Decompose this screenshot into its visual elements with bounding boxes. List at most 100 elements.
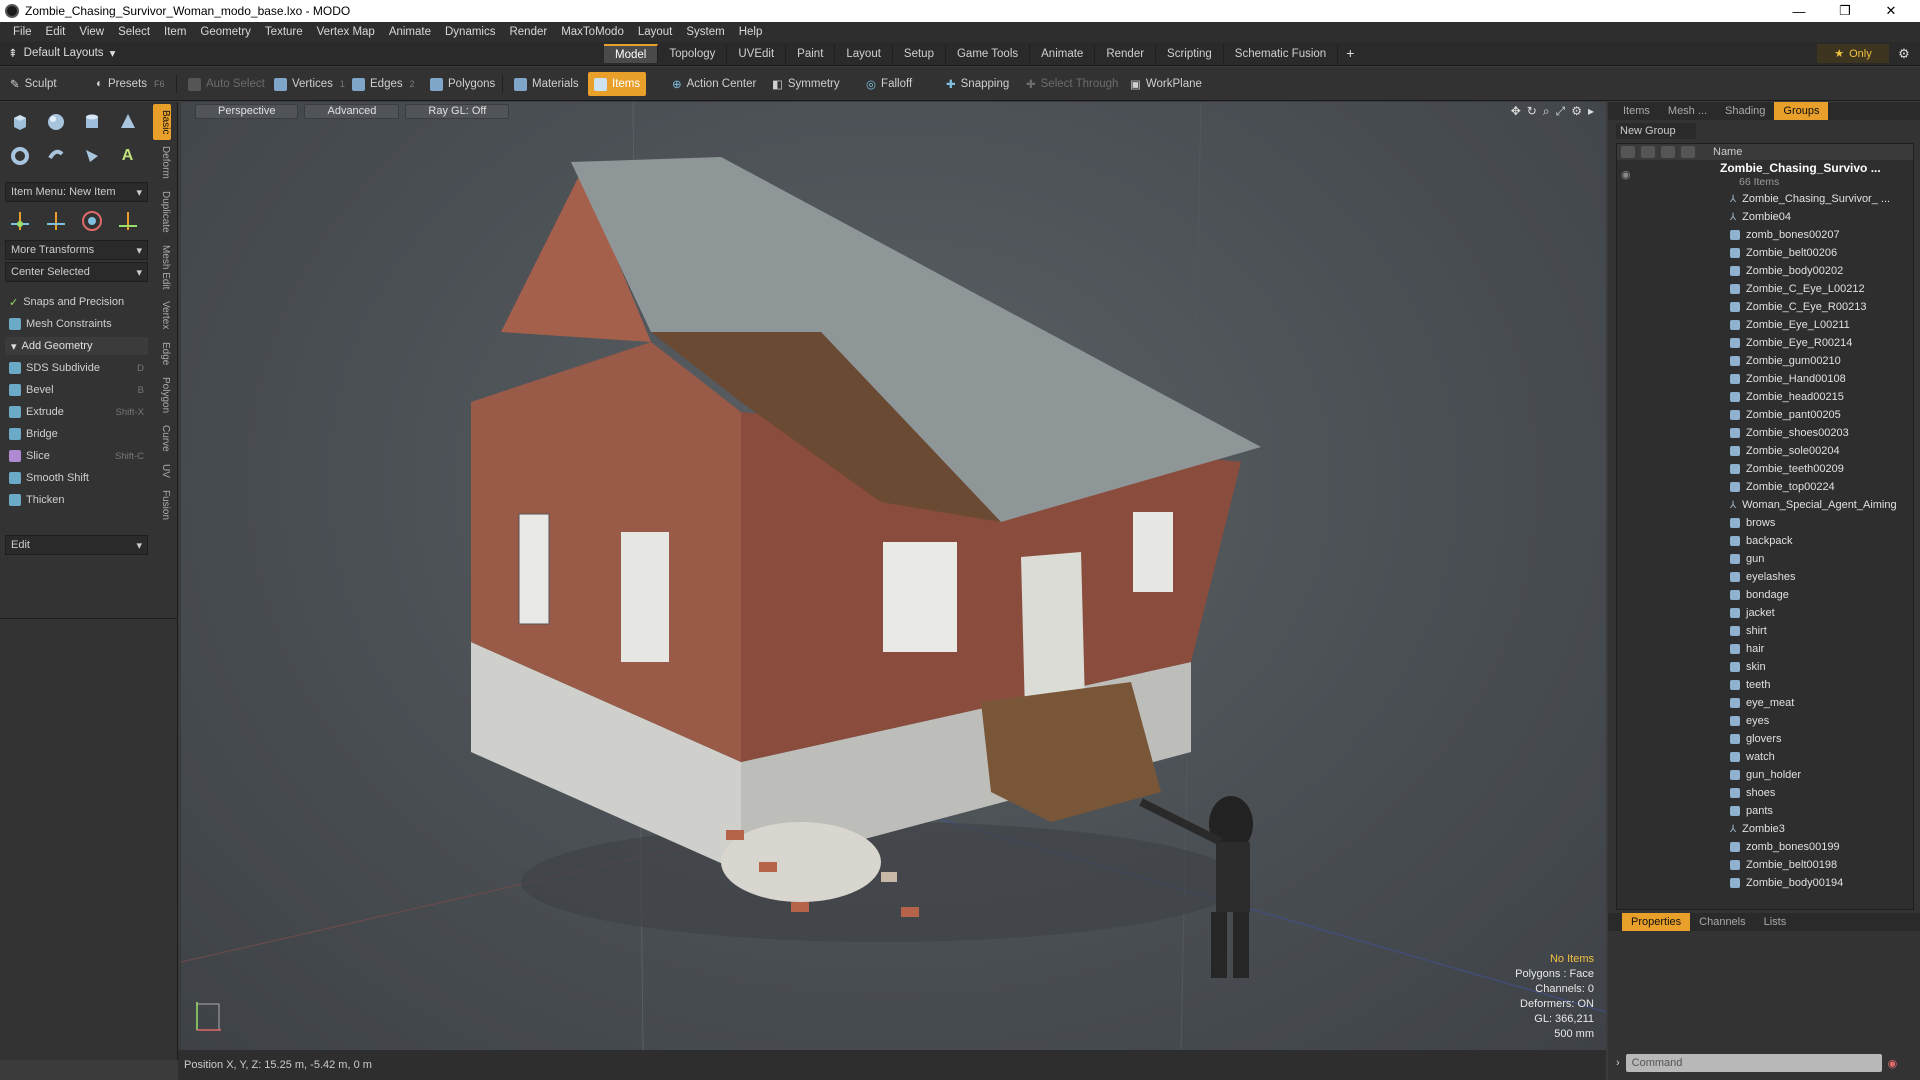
action-center-button[interactable]: ⊕ Action Center <box>666 72 762 96</box>
cylinder-icon[interactable] <box>77 108 106 136</box>
move-icon[interactable] <box>5 207 34 235</box>
tree-item-row[interactable]: Zombie_C_Eye_L00212 <box>1617 280 1913 298</box>
tree-item-row[interactable]: Zombie_body00194 <box>1617 874 1913 892</box>
tree-item-row[interactable]: jacket <box>1617 604 1913 622</box>
vtab-uv[interactable]: UV <box>153 458 171 484</box>
menu-edit[interactable]: Edit <box>39 26 73 38</box>
maximize-button[interactable]: ❐ <box>1822 0 1868 22</box>
tree-item-row[interactable]: shoes <box>1617 784 1913 802</box>
tree-item-row[interactable]: Zombie_C_Eye_R00213 <box>1617 298 1913 316</box>
tab-topology[interactable]: Topology <box>658 44 728 63</box>
vtab-fusion[interactable]: Fusion <box>153 484 171 526</box>
cube-icon[interactable] <box>5 108 34 136</box>
tab-uvedit[interactable]: UVEdit <box>727 44 787 63</box>
tree-item-row[interactable]: ⅄ Zombie04 <box>1617 208 1913 226</box>
polygons-button[interactable]: Polygons <box>424 72 501 96</box>
menu-texture[interactable]: Texture <box>258 26 310 38</box>
render-icon[interactable] <box>1641 146 1655 158</box>
tab-game-tools[interactable]: Game Tools <box>946 44 1031 63</box>
tree-item-row[interactable]: brows <box>1617 514 1913 532</box>
bridge-button[interactable]: Bridge <box>5 424 148 444</box>
lock-icon[interactable] <box>1661 146 1675 158</box>
tab-lists[interactable]: Lists <box>1755 913 1796 931</box>
tab-animate[interactable]: Animate <box>1030 44 1096 63</box>
menu-dynamics[interactable]: Dynamics <box>438 26 502 38</box>
tab-channels[interactable]: Channels <box>1690 913 1754 931</box>
mesh-constraints-button[interactable]: Mesh Constraints <box>5 314 148 334</box>
menu-render[interactable]: Render <box>502 26 554 38</box>
sculpt-button[interactable]: ✎ Sculpt <box>4 72 63 96</box>
tab-render[interactable]: Render <box>1095 44 1157 63</box>
menu-animate[interactable]: Animate <box>382 26 438 38</box>
vtab-basic[interactable]: Basic <box>153 104 171 141</box>
tree-item-row[interactable]: eyes <box>1617 712 1913 730</box>
tab-groups[interactable]: Groups <box>1774 102 1829 120</box>
items-button[interactable]: Items <box>588 72 647 96</box>
workplane-button[interactable]: ▣ WorkPlane <box>1124 72 1208 96</box>
cone-icon[interactable] <box>113 108 142 136</box>
tree-item-row[interactable]: ⅄ Woman_Special_Agent_Aiming <box>1617 496 1913 514</box>
3d-viewport[interactable]: Perspective Advanced Ray GL: Off ✥ ↻ ⌕ ⤢… <box>181 102 1606 1050</box>
tab-setup[interactable]: Setup <box>893 44 946 63</box>
tree-item-row[interactable]: Zombie_pant00205 <box>1617 406 1913 424</box>
gear-icon[interactable]: ⚙ <box>1893 44 1915 63</box>
torus-icon[interactable] <box>5 142 34 170</box>
symmetry-button[interactable]: ◧ Symmetry <box>766 72 846 96</box>
sphere-icon[interactable] <box>41 108 70 136</box>
edges-button[interactable]: Edges 2 <box>346 72 421 96</box>
tree-item-row[interactable]: ⅄ Zombie_Chasing_Survivor_ ... <box>1617 190 1913 208</box>
name-column-header[interactable]: Name <box>1713 146 1742 158</box>
more-transforms-dropdown[interactable]: More Transforms ▾ <box>5 240 148 260</box>
tree-item-row[interactable]: hair <box>1617 640 1913 658</box>
vtab-edge[interactable]: Edge <box>153 336 171 371</box>
tree-item-row[interactable]: Zombie_belt00206 <box>1617 244 1913 262</box>
tree-item-row[interactable]: Zombie_Eye_L00211 <box>1617 316 1913 334</box>
tree-item-row[interactable]: Zombie_shoes00203 <box>1617 424 1913 442</box>
text-icon[interactable]: A <box>113 142 142 170</box>
vtab-mesh-edit[interactable]: Mesh Edit <box>153 239 171 295</box>
vtab-vertex[interactable]: Vertex <box>153 295 171 335</box>
tree-item-row[interactable]: teeth <box>1617 676 1913 694</box>
tab-shading[interactable]: Shading <box>1716 102 1774 120</box>
tab-items[interactable]: Items <box>1614 102 1659 120</box>
auto-select-button[interactable]: Auto Select <box>182 72 271 96</box>
tree-item-row[interactable]: Zombie_sole00204 <box>1617 442 1913 460</box>
menu-view[interactable]: View <box>72 26 111 38</box>
vtab-curve[interactable]: Curve <box>153 419 171 458</box>
tab-mesh[interactable]: Mesh ... <box>1659 102 1716 120</box>
tree-item-row[interactable]: skin <box>1617 658 1913 676</box>
vtab-deform[interactable]: Deform <box>153 140 171 185</box>
root-group-row[interactable]: ◉ Zombie_Chasing_Survivo ... 66 Items <box>1617 160 1913 190</box>
tree-item-row[interactable]: Zombie_body00202 <box>1617 262 1913 280</box>
new-group-button[interactable]: New Group <box>1616 123 1696 139</box>
eye-icon[interactable] <box>1621 146 1635 158</box>
rotate-icon[interactable] <box>41 207 70 235</box>
tree-item-row[interactable]: watch <box>1617 748 1913 766</box>
menu-geometry[interactable]: Geometry <box>193 26 258 38</box>
only-toggle[interactable]: ★ Only <box>1817 44 1889 63</box>
tree-item-row[interactable]: gun <box>1617 550 1913 568</box>
command-input[interactable]: Command <box>1625 1054 1882 1072</box>
snapping-button[interactable]: ✚ Snapping <box>940 72 1015 96</box>
tree-item-row[interactable]: pants <box>1617 802 1913 820</box>
menu-vertex-map[interactable]: Vertex Map <box>310 26 382 38</box>
menu-item[interactable]: Item <box>157 26 193 38</box>
capsule-icon[interactable] <box>41 142 70 170</box>
tree-item-row[interactable]: Zombie_Eye_R00214 <box>1617 334 1913 352</box>
presets-button[interactable]: ◐ Presets F6 <box>90 72 170 96</box>
tab-scripting[interactable]: Scripting <box>1156 44 1224 63</box>
default-layouts-dropdown[interactable]: ⇞ Default Layouts ▾ <box>8 46 115 60</box>
thicken-button[interactable]: Thicken <box>5 490 148 510</box>
eye-icon[interactable]: ◉ <box>1621 168 1631 181</box>
tree-item-row[interactable]: zomb_bones00199 <box>1617 838 1913 856</box>
record-icon[interactable]: ◉ <box>1888 1057 1898 1070</box>
tree-item-row[interactable]: shirt <box>1617 622 1913 640</box>
transform-icon[interactable] <box>113 207 142 235</box>
sds-subdivide-button[interactable]: SDS Subdivide D <box>5 358 148 378</box>
tree-item-row[interactable]: Zombie_teeth00209 <box>1617 460 1913 478</box>
tree-item-row[interactable]: Zombie_gum00210 <box>1617 352 1913 370</box>
tree-item-row[interactable]: eye_meat <box>1617 694 1913 712</box>
tree-item-row[interactable]: ⅄ Zombie3 <box>1617 820 1913 838</box>
bevel-button[interactable]: Bevel B <box>5 380 148 400</box>
scale-icon[interactable] <box>77 207 106 235</box>
